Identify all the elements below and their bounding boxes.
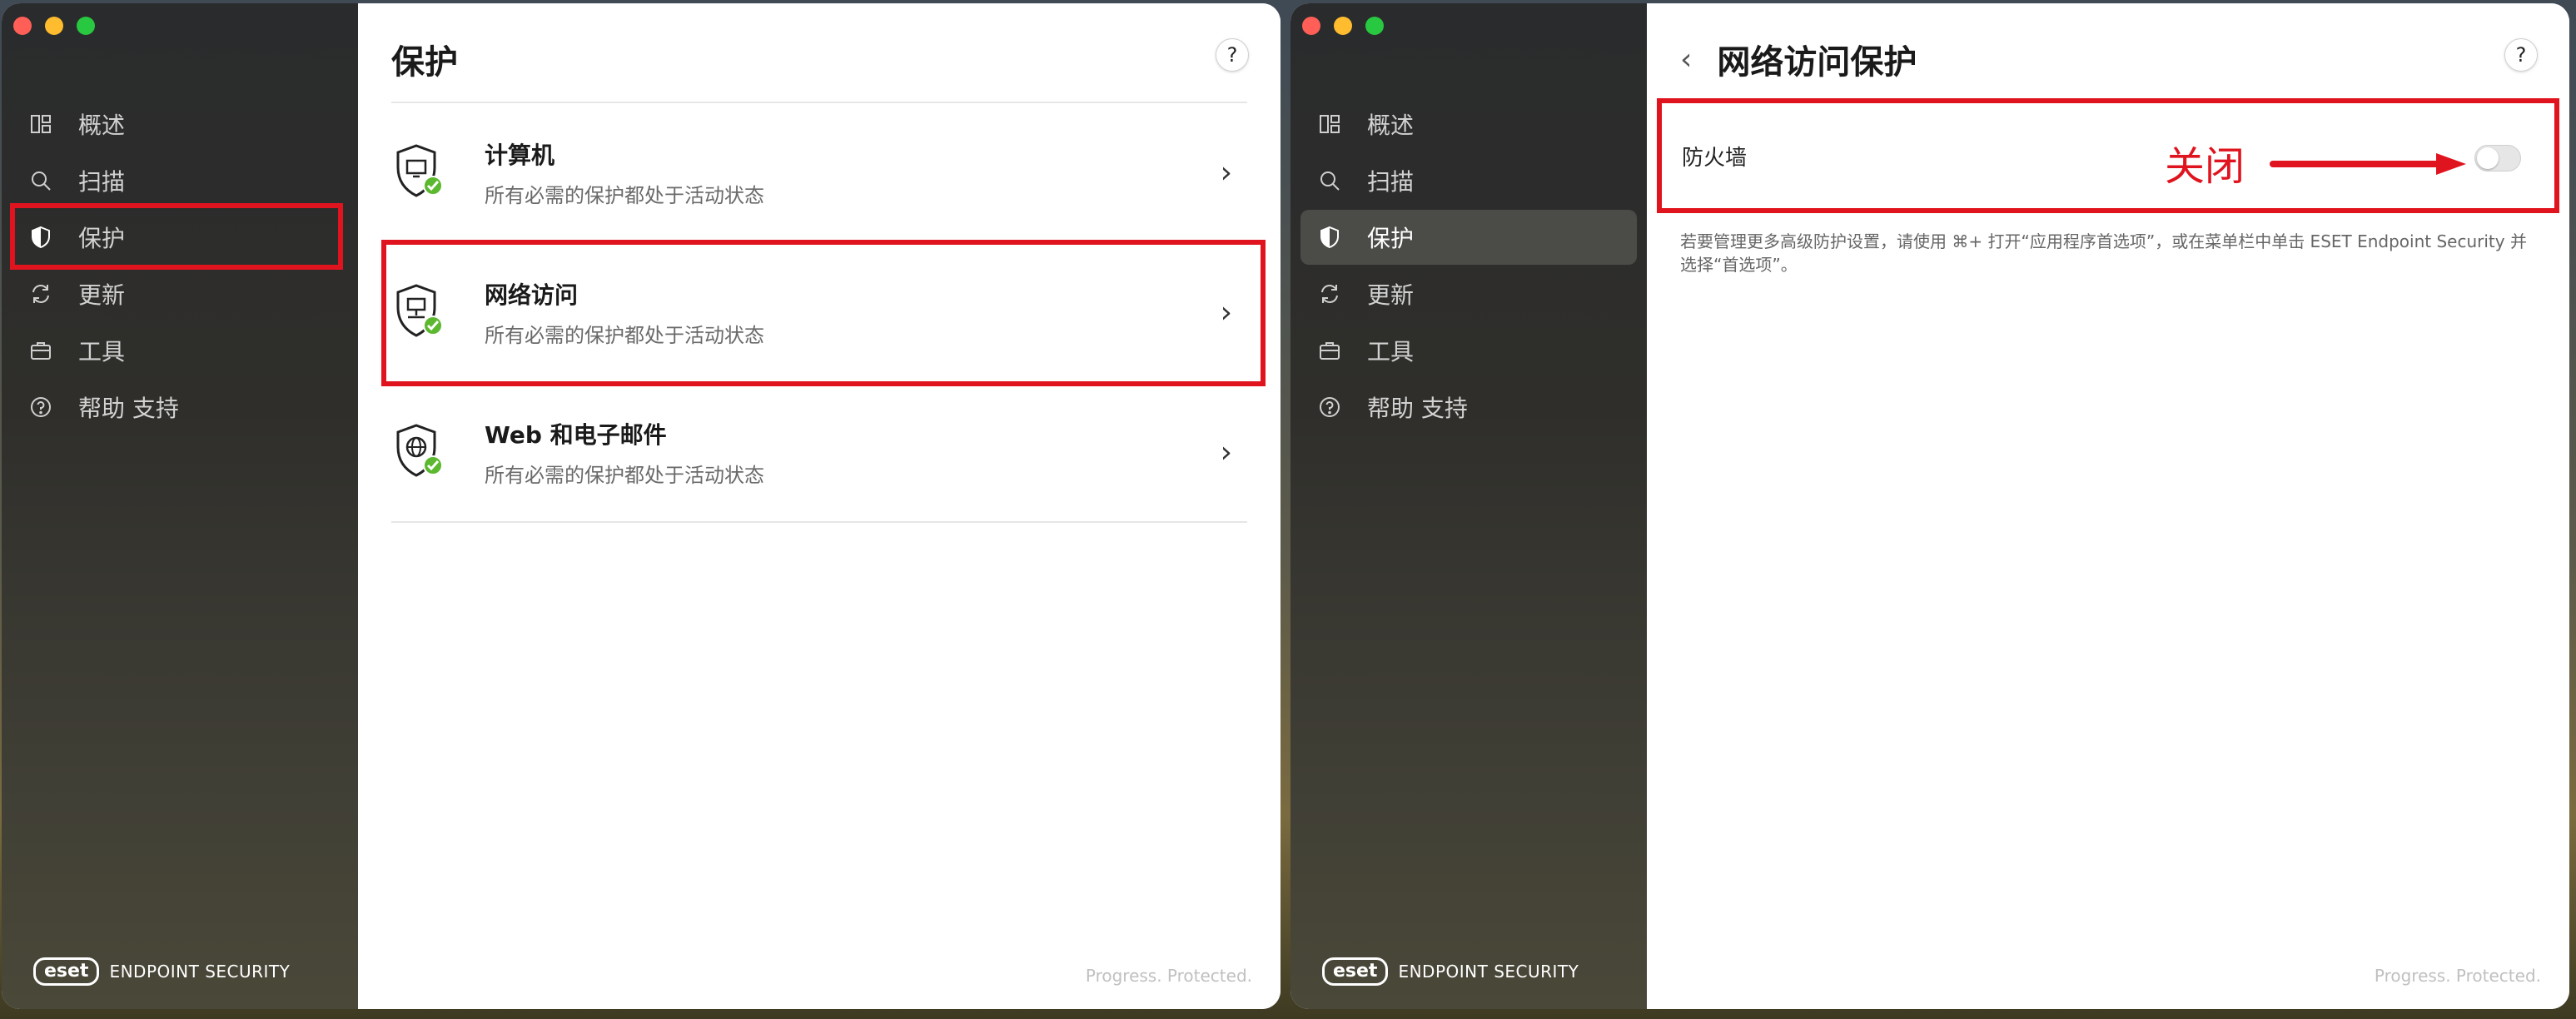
- close-button[interactable]: [1302, 17, 1320, 35]
- title-row: ‹ 网络访问保护: [1680, 35, 1917, 83]
- item-title: Web 和电子邮件: [485, 420, 667, 449]
- help-button[interactable]: ?: [1216, 38, 1249, 72]
- sidebar-item-update[interactable]: 更新: [12, 266, 348, 321]
- minimize-button[interactable]: [1334, 17, 1352, 35]
- highlight-box-firewall: [1657, 98, 2559, 213]
- refresh-icon: [28, 281, 53, 306]
- sidebar-item-label: 扫描: [1367, 168, 1415, 196]
- list-item-web-email[interactable]: Web 和电子邮件 所有必需的保护都处于活动状态 ›: [391, 383, 1247, 523]
- item-subtitle: 所有必需的保护都处于活动状态: [485, 463, 764, 487]
- eset-logo: eset: [1322, 957, 1389, 986]
- help-icon: [28, 395, 53, 420]
- help-button[interactable]: ?: [2504, 38, 2538, 72]
- back-chevron-icon[interactable]: ‹: [1680, 42, 1692, 77]
- briefcase-icon: [28, 338, 53, 363]
- preferences-note: 若要管理更多高级防护设置，请使用 ⌘+ 打开“应用程序首选项”，或在菜单栏中单击…: [1680, 231, 2527, 275]
- sidebar-item-label: 扫描: [78, 168, 126, 196]
- item-title: 计算机: [485, 141, 555, 169]
- protection-window: 概述 扫描 保护 更新 工具 帮助 支持 eset ENDPOINT SECUR…: [2, 3, 1281, 1009]
- minimize-button[interactable]: [45, 17, 63, 35]
- sidebar: 概述 扫描 保护 更新 工具 帮助 支持 eset ENDPOINT SECUR…: [1290, 3, 1647, 1009]
- sidebar-item-label: 概述: [1367, 112, 1415, 139]
- page-title: 网络访问保护: [1717, 43, 1917, 82]
- refresh-icon: [1317, 281, 1342, 306]
- main-panel: 保护 ? 计算机 所有必需的保护都处于活动状态 › 网络访问 所有必需的保护都处…: [358, 3, 1281, 1009]
- globe-shield-icon: [393, 422, 446, 482]
- search-icon: [28, 168, 53, 193]
- sidebar-item-tools[interactable]: 工具: [1300, 323, 1637, 378]
- sidebar-item-overview[interactable]: 概述: [12, 97, 348, 152]
- sidebar-item-scan[interactable]: 扫描: [12, 153, 348, 208]
- brand-text: ENDPOINT SECURITY: [109, 962, 291, 982]
- sidebar-item-label: 更新: [78, 281, 126, 309]
- list-item-computer[interactable]: 计算机 所有必需的保护都处于活动状态 ›: [391, 103, 1247, 243]
- sidebar-item-label: 工具: [1367, 338, 1415, 365]
- dashboard-icon: [1317, 112, 1342, 137]
- sidebar-item-label: 更新: [1367, 281, 1415, 309]
- sidebar: 概述 扫描 保护 更新 工具 帮助 支持 eset ENDPOINT SECUR…: [2, 3, 358, 1009]
- sidebar-item-label: 保护: [1367, 225, 1415, 252]
- sidebar-item-overview[interactable]: 概述: [1300, 97, 1637, 152]
- sidebar-item-tools[interactable]: 工具: [12, 323, 348, 378]
- chevron-right-icon: ›: [1220, 155, 1232, 190]
- close-button[interactable]: [13, 17, 32, 35]
- brand: eset ENDPOINT SECURITY: [1322, 957, 1579, 986]
- sidebar-item-help[interactable]: 帮助 支持: [1300, 380, 1637, 435]
- brand-text: ENDPOINT SECURITY: [1398, 962, 1579, 982]
- sidebar-nav: 概述 扫描 保护 更新 工具 帮助 支持: [1300, 97, 1637, 436]
- search-icon: [1317, 168, 1342, 193]
- briefcase-icon: [1317, 338, 1342, 363]
- zoom-button[interactable]: [1365, 17, 1384, 35]
- page-title: 保护: [391, 43, 458, 82]
- zoom-button[interactable]: [77, 17, 95, 35]
- window-controls: [1302, 17, 1384, 35]
- network-protection-window: 概述 扫描 保护 更新 工具 帮助 支持 eset ENDPOINT SECUR…: [1290, 3, 2569, 1009]
- footer-tagline: Progress. Protected.: [1085, 966, 1252, 986]
- sidebar-item-help[interactable]: 帮助 支持: [12, 380, 348, 435]
- highlight-box-sidebar-protection: [10, 203, 343, 270]
- computer-shield-icon: [393, 142, 446, 202]
- eset-logo: eset: [33, 957, 100, 986]
- main-panel: ‹ 网络访问保护 ? 防火墙 关闭 若要管理更多高级防护设置，请使用 ⌘+ 打开…: [1647, 3, 2569, 1009]
- sidebar-item-label: 帮助 支持: [78, 395, 179, 422]
- chevron-right-icon: ›: [1220, 435, 1232, 470]
- item-subtitle: 所有必需的保护都处于活动状态: [485, 183, 764, 207]
- sidebar-item-update[interactable]: 更新: [1300, 266, 1637, 321]
- sidebar-item-label: 帮助 支持: [1367, 395, 1468, 422]
- sidebar-item-label: 工具: [78, 338, 126, 365]
- help-icon: [1317, 395, 1342, 420]
- window-controls: [13, 17, 95, 35]
- shield-icon: [1317, 225, 1342, 250]
- highlight-box-network-row: [381, 240, 1266, 386]
- sidebar-item-label: 概述: [78, 112, 126, 139]
- sidebar-item-protection[interactable]: 保护: [1300, 210, 1637, 265]
- footer-tagline: Progress. Protected.: [2374, 966, 2541, 986]
- dashboard-icon: [28, 112, 53, 137]
- brand: eset ENDPOINT SECURITY: [33, 957, 290, 986]
- sidebar-item-scan[interactable]: 扫描: [1300, 153, 1637, 208]
